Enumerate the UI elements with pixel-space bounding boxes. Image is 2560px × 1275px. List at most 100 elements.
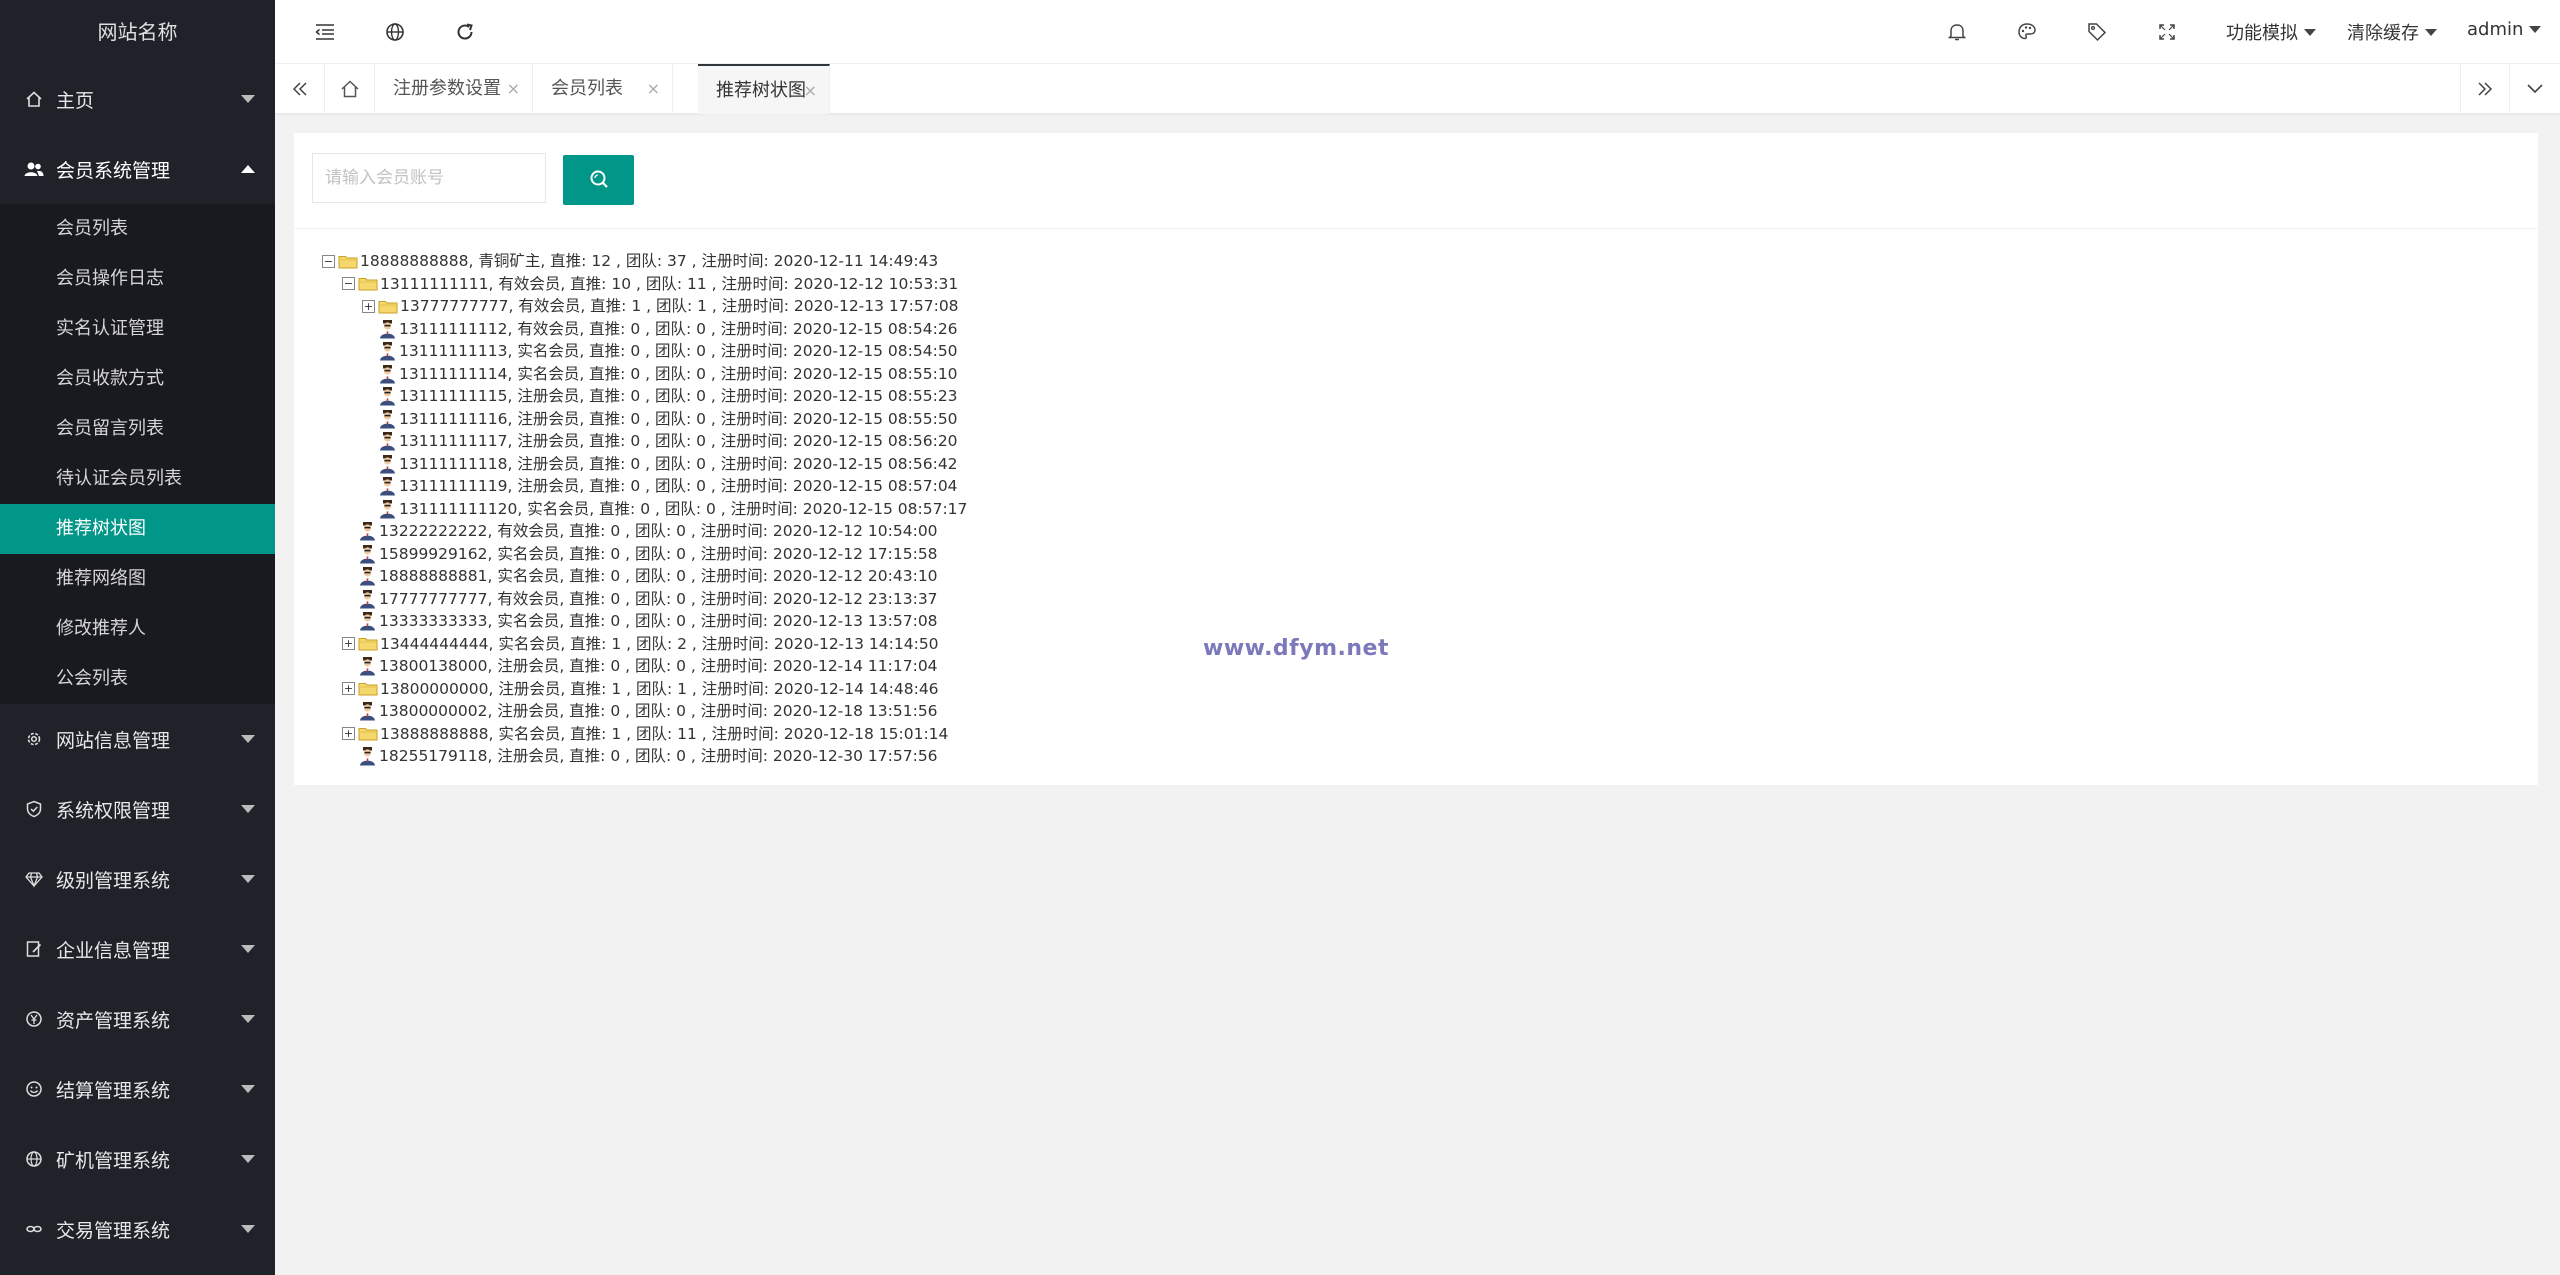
tab-home[interactable] [325, 64, 375, 114]
tree-node-label[interactable]: 13888888888, 实名会员, 直推: 1 , 团队: 11 , 注册时间… [380, 723, 948, 746]
expand-icon[interactable]: + [362, 299, 375, 313]
submenu-realname-auth[interactable]: 实名认证管理 [0, 304, 275, 354]
tree-node[interactable]: 13111111115, 注册会员, 直推: 0 , 团队: 0 , 注册时间:… [322, 385, 967, 408]
tree-node-label[interactable]: 13800138000, 注册会员, 直推: 0 , 团队: 0 , 注册时间:… [379, 655, 938, 678]
tree-node[interactable]: − 13111111111, 有效会员, 直推: 10 , 团队: 11 , 注册… [322, 273, 967, 296]
expand-icon[interactable]: + [342, 637, 355, 651]
tree-node-label[interactable]: 13111111117, 注册会员, 直推: 0 , 团队: 0 , 注册时间:… [399, 430, 958, 453]
menu-trading[interactable]: 交易管理系统 [0, 1194, 275, 1264]
tree-node-label[interactable]: 13222222222, 有效会员, 直推: 0 , 团队: 0 , 注册时间:… [379, 520, 938, 543]
tree-node[interactable]: 13222222222, 有效会员, 直推: 0 , 团队: 0 , 注册时间:… [322, 520, 967, 543]
globe-icon[interactable] [381, 18, 409, 46]
close-icon[interactable]: × [804, 66, 817, 116]
tabs-dropdown-button[interactable] [2510, 64, 2560, 114]
expand-icon[interactable]: + [342, 682, 355, 696]
tree-node-label[interactable]: 18255179118, 注册会员, 直推: 0 , 团队: 0 , 注册时间:… [379, 745, 938, 768]
tree-node-label[interactable]: 131111111120, 实名会员, 直推: 0 , 团队: 0 , 注册时间… [399, 498, 967, 521]
user-menu[interactable]: admin [2467, 19, 2542, 40]
close-icon[interactable]: × [647, 64, 660, 114]
clear-cache-menu[interactable]: 清除缓存 [2347, 19, 2437, 45]
function-simulation-menu[interactable]: 功能模拟 [2226, 19, 2316, 45]
tree-node[interactable]: 131111111120, 实名会员, 直推: 0 , 团队: 0 , 注册时间… [322, 498, 967, 521]
tree-node-label[interactable]: 13333333333, 实名会员, 直推: 0 , 团队: 0 , 注册时间:… [379, 610, 938, 633]
refresh-icon[interactable] [451, 18, 479, 46]
tree-node-label[interactable]: 13800000000, 注册会员, 直推: 1 , 团队: 1 , 注册时间:… [380, 678, 939, 701]
menu-assets[interactable]: 资产管理系统 [0, 984, 275, 1054]
submenu-referral-network[interactable]: 推荐网络图 [0, 554, 275, 604]
submenu-pending-auth[interactable]: 待认证会员列表 [0, 454, 275, 504]
submenu-change-referrer[interactable]: 修改推荐人 [0, 604, 275, 654]
tree-node-label[interactable]: 18888888881, 实名会员, 直推: 0 , 团队: 0 , 注册时间:… [379, 565, 938, 588]
submenu-member-log[interactable]: 会员操作日志 [0, 254, 275, 304]
menu-home[interactable]: 主页 [0, 64, 275, 134]
tree-node[interactable]: +13800000000, 注册会员, 直推: 1 , 团队: 1 , 注册时间… [322, 678, 967, 701]
menu-miners[interactable]: 矿机管理系统 [0, 1124, 275, 1194]
tree-node-label[interactable]: 13111111111, 有效会员, 直推: 10 , 团队: 11 , 注册时… [380, 273, 958, 296]
menu-levels[interactable]: 级别管理系统 [0, 844, 275, 914]
yen-icon [24, 1009, 44, 1029]
menu-member-system[interactable]: 会员系统管理 [0, 134, 275, 204]
tree-node[interactable]: 13111111112, 有效会员, 直推: 0 , 团队: 0 , 注册时间:… [322, 318, 967, 341]
tab-referral-tree[interactable]: 推荐树状图 × [698, 64, 830, 114]
tree-node-label[interactable]: 17777777777, 有效会员, 直推: 0 , 团队: 0 , 注册时间:… [379, 588, 938, 611]
gear-icon [24, 729, 44, 749]
tab-register-settings[interactable]: 注册参数设置 × [375, 64, 533, 114]
member-icon [378, 454, 399, 474]
close-icon[interactable]: × [507, 64, 520, 114]
submenu-payment-methods[interactable]: 会员收款方式 [0, 354, 275, 404]
tree-node-label[interactable]: 13777777777, 有效会员, 直推: 1 , 团队: 1 , 注册时间:… [400, 295, 959, 318]
menu-site-info[interactable]: 网站信息管理 [0, 704, 275, 774]
tree-node-label[interactable]: 13111111118, 注册会员, 直推: 0 , 团队: 0 , 注册时间:… [399, 453, 958, 476]
search-button[interactable] [563, 155, 634, 205]
tree-node[interactable]: 13111111116, 注册会员, 直推: 0 , 团队: 0 , 注册时间:… [322, 408, 967, 431]
tree-node-label[interactable]: 13111111119, 注册会员, 直推: 0 , 团队: 0 , 注册时间:… [399, 475, 958, 498]
member-icon [358, 544, 379, 564]
theme-palette-icon[interactable] [2013, 18, 2041, 46]
tree-node[interactable]: 13111111118, 注册会员, 直推: 0 , 团队: 0 , 注册时间:… [322, 453, 967, 476]
collapse-icon[interactable]: − [342, 277, 355, 291]
tag-icon[interactable] [2083, 18, 2111, 46]
tree-node-label[interactable]: 13111111112, 有效会员, 直推: 0 , 团队: 0 , 注册时间:… [399, 318, 958, 341]
tree-node-label[interactable]: 13111111116, 注册会员, 直推: 0 , 团队: 0 , 注册时间:… [399, 408, 958, 431]
collapse-icon[interactable]: − [322, 254, 335, 268]
bell-icon[interactable] [1943, 18, 1971, 46]
tree-node[interactable]: 13111111117, 注册会员, 直推: 0 , 团队: 0 , 注册时间:… [322, 430, 967, 453]
tree-node[interactable]: +13444444444, 实名会员, 直推: 1 , 团队: 2 , 注册时间… [322, 633, 967, 656]
tree-node[interactable]: − 18888888888, 青铜矿主, 直推: 12 , 团队: 37 , 注册… [322, 250, 967, 273]
tree-node[interactable]: 13111111113, 实名会员, 直推: 0 , 团队: 0 , 注册时间:… [322, 340, 967, 363]
tree-node[interactable]: 13111111114, 实名会员, 直推: 0 , 团队: 0 , 注册时间:… [322, 363, 967, 386]
tabs-scroll-left-button[interactable] [275, 64, 325, 114]
submenu-guild-list[interactable]: 公会列表 [0, 654, 275, 704]
member-account-search-input[interactable] [312, 153, 546, 203]
tree-node[interactable]: 13800000002, 注册会员, 直推: 0 , 团队: 0 , 注册时间:… [322, 700, 967, 723]
submenu-messages[interactable]: 会员留言列表 [0, 404, 275, 454]
menu-permissions[interactable]: 系统权限管理 [0, 774, 275, 844]
menu-settlement[interactable]: 结算管理系统 [0, 1054, 275, 1124]
tree-node[interactable]: 13800138000, 注册会员, 直推: 0 , 团队: 0 , 注册时间:… [322, 655, 967, 678]
tree-node-label[interactable]: 13111111115, 注册会员, 直推: 0 , 团队: 0 , 注册时间:… [399, 385, 958, 408]
tree-node[interactable]: 18255179118, 注册会员, 直推: 0 , 团队: 0 , 注册时间:… [322, 745, 967, 768]
chevron-down-icon [241, 1085, 255, 1093]
menu-enterprise[interactable]: 企业信息管理 [0, 914, 275, 984]
site-logo[interactable]: 网站名称 [0, 0, 275, 64]
tree-node[interactable]: 13111111119, 注册会员, 直推: 0 , 团队: 0 , 注册时间:… [322, 475, 967, 498]
tree-node-label[interactable]: 13111111113, 实名会员, 直推: 0 , 团队: 0 , 注册时间:… [399, 340, 958, 363]
tree-node-label[interactable]: 13444444444, 实名会员, 直推: 1 , 团队: 2 , 注册时间:… [380, 633, 939, 656]
tab-member-list[interactable]: 会员列表 × [533, 64, 673, 114]
submenu-member-list[interactable]: 会员列表 [0, 204, 275, 254]
tree-node-label[interactable]: 13111111114, 实名会员, 直推: 0 , 团队: 0 , 注册时间:… [399, 363, 958, 386]
tree-node[interactable]: 13333333333, 实名会员, 直推: 0 , 团队: 0 , 注册时间:… [322, 610, 967, 633]
fullscreen-icon[interactable] [2153, 18, 2181, 46]
tree-node[interactable]: +13888888888, 实名会员, 直推: 1 , 团队: 11 , 注册时… [322, 723, 967, 746]
tree-node[interactable]: 15899929162, 实名会员, 直推: 0 , 团队: 0 , 注册时间:… [322, 543, 967, 566]
menu-collapse-icon[interactable] [311, 18, 339, 46]
tabs-scroll-right-button[interactable] [2460, 64, 2510, 114]
expand-icon[interactable]: + [342, 727, 355, 741]
tree-node[interactable]: +13777777777, 有效会员, 直推: 1 , 团队: 1 , 注册时间… [322, 295, 967, 318]
tree-node[interactable]: 18888888881, 实名会员, 直推: 0 , 团队: 0 , 注册时间:… [322, 565, 967, 588]
submenu-referral-tree[interactable]: 推荐树状图 [0, 504, 275, 554]
tree-node-label[interactable]: 15899929162, 实名会员, 直推: 0 , 团队: 0 , 注册时间:… [379, 543, 938, 566]
tree-node-label[interactable]: 13800000002, 注册会员, 直推: 0 , 团队: 0 , 注册时间:… [379, 700, 938, 723]
tree-node-label[interactable]: 18888888888, 青铜矿主, 直推: 12 , 团队: 37 , 注册时… [360, 250, 938, 273]
tree-node[interactable]: 17777777777, 有效会员, 直推: 0 , 团队: 0 , 注册时间:… [322, 588, 967, 611]
